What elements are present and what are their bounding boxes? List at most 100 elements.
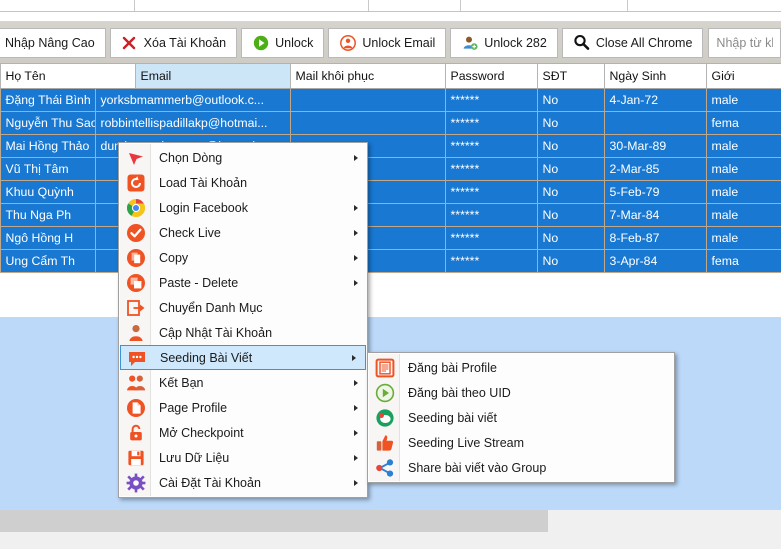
cell-ngaysinh[interactable]: 2-Mar-85	[604, 157, 707, 181]
cell-gioi[interactable]: male	[706, 88, 781, 112]
context-menu[interactable]: Chọn Dòng Load Tài Khoản Login Facebook Che…	[118, 142, 368, 498]
cell-hoten[interactable]: Nguyễn Thu Sao	[0, 111, 96, 135]
menu-item-l-u-d-li-u[interactable]: Lưu Dữ Liệu	[119, 445, 367, 470]
cell-gioi[interactable]: fema	[706, 111, 781, 135]
cell-mailkhoiphuc[interactable]	[290, 88, 446, 112]
cell-gioi[interactable]: male	[706, 134, 781, 158]
cell-gioi[interactable]: fema	[706, 249, 781, 273]
submenu-item-share-b-i-vi-t-v-o-group[interactable]: Share bài viết vào Group	[368, 455, 674, 480]
cell-ngaysinh[interactable]: 5-Feb-79	[604, 180, 707, 204]
cell-hoten[interactable]: Vũ Thị Tâm	[0, 157, 96, 181]
cell-gioi[interactable]: male	[706, 226, 781, 250]
cell-hoten[interactable]: Thu Nga Ph	[0, 203, 96, 227]
import-advanced-button[interactable]: Nhập Nâng Cao	[0, 27, 106, 58]
submenu-arrow-icon	[354, 229, 358, 236]
cell-mailkhoiphuc[interactable]	[290, 111, 446, 135]
cell-gioi[interactable]: male	[706, 157, 781, 181]
header-password[interactable]: Password	[445, 64, 538, 89]
menu-item-label: Mở Checkpoint	[159, 425, 244, 440]
cell-email[interactable]: yorksbmammerb@outlook.c...	[95, 88, 291, 112]
menu-item-chuy-n-danh-m-c[interactable]: Chuyển Danh Mục	[119, 295, 367, 320]
cell-sdt[interactable]: No	[537, 249, 605, 273]
cell-hoten[interactable]: Mai Hồng Thảo	[0, 134, 96, 158]
delete-account-button[interactable]: Xóa Tài Khoản	[109, 27, 238, 58]
unlock-button[interactable]: Unlock	[241, 27, 325, 58]
menu-item-copy[interactable]: Copy	[119, 245, 367, 270]
menu-item-login-facebook[interactable]: Login Facebook	[119, 195, 367, 220]
cell-sdt[interactable]: No	[537, 226, 605, 250]
orange-unlock-icon	[123, 422, 149, 444]
cell-password[interactable]: ******	[445, 180, 538, 204]
menu-item-load-t-i-kho-n[interactable]: Load Tài Khoản	[119, 170, 367, 195]
submenu-item-seeding-b-i-vi-t[interactable]: Seeding bài viết	[368, 405, 674, 430]
cell-ngaysinh[interactable]: 8-Feb-87	[604, 226, 707, 250]
menu-item-paste-delete[interactable]: Paste - Delete	[119, 270, 367, 295]
header-sdt[interactable]: SĐT	[537, 64, 605, 89]
menu-item-label: Cài Đặt Tài Khoản	[159, 475, 261, 490]
submenu-item-ng-b-i-theo-uid[interactable]: Đăng bài theo UID	[368, 380, 674, 405]
cell-sdt[interactable]: No	[537, 180, 605, 204]
header-mailkhoiphuc[interactable]: Mail khôi phục	[290, 64, 446, 89]
header-ngaysinh[interactable]: Ngày Sinh	[604, 64, 707, 89]
header-gioi[interactable]: Giới	[706, 64, 781, 89]
cell-hoten[interactable]: Ngô Hồng H	[0, 226, 96, 250]
menu-item-seeding-b-i-vi-t[interactable]: Seeding Bài Viết	[120, 345, 366, 370]
cell-hoten[interactable]: Đặng Thái Bình	[0, 88, 96, 112]
menu-item-c-p-nh-t-t-i-kho-n[interactable]: Cập Nhật Tài Khoản	[119, 320, 367, 345]
cell-ngaysinh[interactable]	[604, 111, 707, 135]
menu-item-label: Lưu Dữ Liệu	[159, 450, 230, 465]
unlock-282-button[interactable]: Unlock 282	[450, 27, 558, 58]
unlock-email-button[interactable]: Unlock Email	[328, 27, 447, 58]
cell-gioi[interactable]: male	[706, 180, 781, 204]
cell-ngaysinh[interactable]: 4-Jan-72	[604, 88, 707, 112]
cell-email[interactable]: robbintellispadillakp@hotmai...	[95, 111, 291, 135]
menu-item-check-live[interactable]: Check Live	[119, 220, 367, 245]
submenu-item-ng-b-i-profile[interactable]: Đăng bài Profile	[368, 355, 674, 380]
thumbs-up-icon	[372, 432, 398, 454]
menu-item-m-checkpoint[interactable]: Mở Checkpoint	[119, 420, 367, 445]
cell-hoten[interactable]: Khuu Quỳnh	[0, 180, 96, 204]
cell-sdt[interactable]: No	[537, 88, 605, 112]
cell-sdt[interactable]: No	[537, 134, 605, 158]
share-icon	[372, 457, 398, 479]
cell-password[interactable]: ******	[445, 203, 538, 227]
cell-ngaysinh[interactable]: 30-Mar-89	[604, 134, 707, 158]
menu-item-label: Check Live	[159, 225, 221, 240]
submenu-arrow-icon	[354, 254, 358, 261]
menu-item-label: Cập Nhật Tài Khoản	[159, 325, 273, 340]
cell-password[interactable]: ******	[445, 111, 538, 135]
search-input[interactable]	[708, 27, 781, 58]
cell-hoten[interactable]: Ung Cẩm Th	[0, 249, 96, 273]
green-play-icon	[252, 34, 269, 51]
menu-item-ch-n-d-ng[interactable]: Chọn Dòng	[119, 145, 367, 170]
cell-password[interactable]: ******	[445, 226, 538, 250]
orange-export-icon	[123, 297, 149, 319]
cell-password[interactable]: ******	[445, 134, 538, 158]
close-all-chrome-button[interactable]: Close All Chrome	[561, 27, 704, 58]
cell-ngaysinh[interactable]: 7-Mar-84	[604, 203, 707, 227]
cell-ngaysinh[interactable]: 3-Apr-84	[604, 249, 707, 273]
cell-sdt[interactable]: No	[537, 157, 605, 181]
status-bar-left	[0, 510, 548, 532]
cell-sdt[interactable]: No	[537, 203, 605, 227]
menu-item-page-profile[interactable]: Page Profile	[119, 395, 367, 420]
orange-check-icon	[123, 222, 149, 244]
cell-gioi[interactable]: male	[706, 203, 781, 227]
upper-grid-gap	[0, 13, 781, 22]
submenu-item-seeding-live-stream[interactable]: Seeding Live Stream	[368, 430, 674, 455]
cell-password[interactable]: ******	[445, 249, 538, 273]
seeding-submenu[interactable]: Đăng bài Profile Đăng bài theo UID Seeding…	[367, 352, 675, 483]
menu-item-c-i-t-t-i-kho-n[interactable]: Cài Đặt Tài Khoản	[119, 470, 367, 495]
table-row[interactable]: 80169273Đặng Thái Bìnhyorksbmammerb@outl…	[0, 88, 781, 112]
table-row[interactable]: 70848858Nguyễn Thu Saorobbintellispadill…	[0, 111, 781, 135]
menu-item-label: Chọn Dòng	[159, 150, 223, 165]
cell-password[interactable]: ******	[445, 88, 538, 112]
menu-item-k-t-b-n[interactable]: Kết Bạn	[119, 370, 367, 395]
header-email[interactable]: Email	[135, 64, 291, 89]
cell-sdt[interactable]: No	[537, 111, 605, 135]
red-cursor-icon	[123, 147, 149, 169]
menu-item-label: Copy	[159, 250, 189, 265]
green-play-icon	[372, 382, 398, 404]
cell-password[interactable]: ******	[445, 157, 538, 181]
header-hoten[interactable]: Họ Tên	[0, 64, 136, 89]
